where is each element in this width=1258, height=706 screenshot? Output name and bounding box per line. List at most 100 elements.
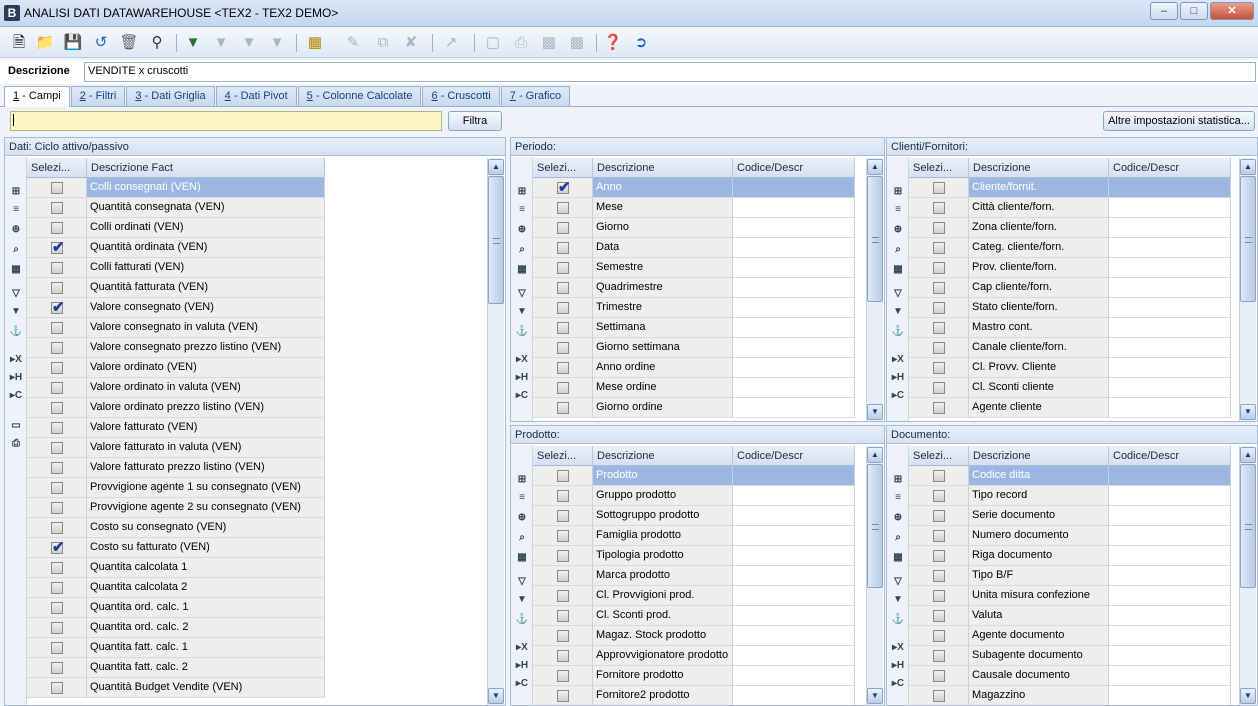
filter-icon[interactable]: ▽: [514, 575, 530, 589]
calculator-icon[interactable]: ▦: [8, 263, 24, 277]
table-row[interactable]: Agente cliente: [909, 398, 1231, 418]
table-row[interactable]: Fornitore prodotto: [533, 666, 855, 686]
tree-expand-icon[interactable]: ⊞: [514, 473, 530, 487]
table-row[interactable]: Costo su consegnato (VEN): [27, 518, 325, 538]
table-row[interactable]: Marca prodotto: [533, 566, 855, 586]
code-cell[interactable]: [1109, 626, 1231, 646]
table-row[interactable]: Mastro cont.: [909, 318, 1231, 338]
code-cell[interactable]: [733, 666, 855, 686]
table-row[interactable]: Cl. Sconti cliente: [909, 378, 1231, 398]
code-cell[interactable]: [733, 646, 855, 666]
filter-icon[interactable]: ▽: [890, 287, 906, 301]
table-row[interactable]: Cl. Sconti prod.: [533, 606, 855, 626]
code-cell[interactable]: [733, 198, 855, 218]
select-checkbox[interactable]: [51, 282, 63, 294]
c-axis-icon[interactable]: ▸C: [890, 389, 906, 403]
table-row[interactable]: ✔ Costo su fatturato (VEN): [27, 538, 325, 558]
table-row[interactable]: Provvigione agente 2 su consegnato (VEN): [27, 498, 325, 518]
table-row[interactable]: Semestre: [533, 258, 855, 278]
column-header-descrizione[interactable]: Descrizione: [969, 158, 1109, 178]
tree-expand-icon[interactable]: ⊞: [890, 185, 906, 199]
tab-2[interactable]: 2 - Filtri: [70, 86, 126, 106]
table-row[interactable]: Quantita calcolata 1: [27, 558, 325, 578]
code-cell[interactable]: [733, 626, 855, 646]
filter-input[interactable]: [10, 111, 442, 131]
select-checkbox[interactable]: [933, 650, 945, 662]
h-axis-icon[interactable]: ▸H: [890, 659, 906, 673]
table-row[interactable]: Data: [533, 238, 855, 258]
select-checkbox[interactable]: [51, 322, 63, 334]
code-cell[interactable]: [733, 686, 855, 705]
scroll-thumb[interactable]: [1240, 176, 1256, 302]
select-checkbox[interactable]: [933, 530, 945, 542]
tab-7[interactable]: 7 - Grafico: [500, 86, 571, 106]
code-cell[interactable]: [733, 546, 855, 566]
select-checkbox[interactable]: [557, 322, 569, 334]
tab-3[interactable]: 3 - Dati Griglia: [126, 86, 215, 106]
select-checkbox[interactable]: [557, 222, 569, 234]
select-checkbox[interactable]: [51, 262, 63, 274]
x-axis-icon[interactable]: ▸X: [514, 641, 530, 655]
table-row[interactable]: Quantità consegnata (VEN): [27, 198, 325, 218]
chart-icon[interactable]: ↗: [440, 32, 462, 54]
code-cell[interactable]: [1109, 358, 1231, 378]
table-row[interactable]: Numero documento: [909, 526, 1231, 546]
table-row[interactable]: ✔ Valore consegnato (VEN): [27, 298, 325, 318]
select-checkbox[interactable]: [557, 402, 569, 414]
code-cell[interactable]: [733, 466, 855, 486]
anchor-icon[interactable]: ⚓: [8, 325, 24, 339]
zoom-icon[interactable]: ⌕: [514, 531, 530, 545]
save-icon[interactable]: 💾: [62, 32, 84, 54]
h-axis-icon[interactable]: ▸H: [8, 371, 24, 385]
scroll-down-icon[interactable]: ▼: [867, 688, 883, 704]
new-document-icon[interactable]: 🗎: [8, 32, 30, 54]
table-row[interactable]: Trimestre: [533, 298, 855, 318]
code-cell[interactable]: [1109, 278, 1231, 298]
filter-remove-icon[interactable]: ▼: [238, 32, 260, 54]
select-checkbox[interactable]: ✔: [557, 179, 571, 196]
descrizione-input[interactable]: VENDITE x cruscotti: [84, 62, 1256, 82]
table-row[interactable]: Serie documento: [909, 506, 1231, 526]
table-row[interactable]: ✔ Anno: [533, 178, 855, 198]
table-row[interactable]: Fornitore2 prodotto: [533, 686, 855, 705]
select-checkbox[interactable]: [51, 602, 63, 614]
select-checkbox[interactable]: [557, 630, 569, 642]
select-checkbox[interactable]: [933, 570, 945, 582]
select-checkbox[interactable]: [933, 342, 945, 354]
select-checkbox[interactable]: [51, 202, 63, 214]
code-cell[interactable]: [733, 218, 855, 238]
table-row[interactable]: Quantita fatt. calc. 2: [27, 658, 325, 678]
print-icon[interactable]: ⎙: [510, 32, 532, 54]
select-checkbox[interactable]: [933, 510, 945, 522]
list-icon[interactable]: ≡: [514, 203, 530, 217]
h-axis-icon[interactable]: ▸H: [514, 659, 530, 673]
tab-5[interactable]: 5 - Colonne Calcolate: [297, 86, 422, 106]
cancel-edit-icon[interactable]: ✘: [400, 32, 422, 54]
table-row[interactable]: Subagente documento: [909, 646, 1231, 666]
table-row[interactable]: Tipo B/F: [909, 566, 1231, 586]
table-row[interactable]: Settimana: [533, 318, 855, 338]
scroll-up-icon[interactable]: ▲: [1240, 447, 1256, 463]
code-cell[interactable]: [1109, 238, 1231, 258]
x-axis-icon[interactable]: ▸X: [890, 353, 906, 367]
add-field-icon[interactable]: ⊕: [514, 223, 530, 237]
table-row[interactable]: Unita misura confezione: [909, 586, 1231, 606]
filter-funnel-icon[interactable]: ▼: [514, 593, 530, 607]
code-cell[interactable]: [733, 258, 855, 278]
table-row[interactable]: Approvvigionatore prodotto: [533, 646, 855, 666]
code-cell[interactable]: [1109, 666, 1231, 686]
code-cell[interactable]: [733, 506, 855, 526]
anchor-icon[interactable]: ⚓: [514, 325, 530, 339]
code-cell[interactable]: [733, 358, 855, 378]
table-row[interactable]: Cl. Provvigioni prod.: [533, 586, 855, 606]
x-axis-icon[interactable]: ▸X: [8, 353, 24, 367]
select-checkbox[interactable]: [51, 562, 63, 574]
column-header-descrizione[interactable]: Descrizione: [593, 446, 733, 466]
select-checkbox[interactable]: [933, 402, 945, 414]
tab-6[interactable]: 6 - Cruscotti: [422, 86, 500, 106]
code-cell[interactable]: [1109, 606, 1231, 626]
select-checkbox[interactable]: [557, 690, 569, 702]
scroll-down-icon[interactable]: ▼: [867, 404, 883, 420]
table-row[interactable]: Valore ordinato prezzo listino (VEN): [27, 398, 325, 418]
table-row[interactable]: Riga documento: [909, 546, 1231, 566]
